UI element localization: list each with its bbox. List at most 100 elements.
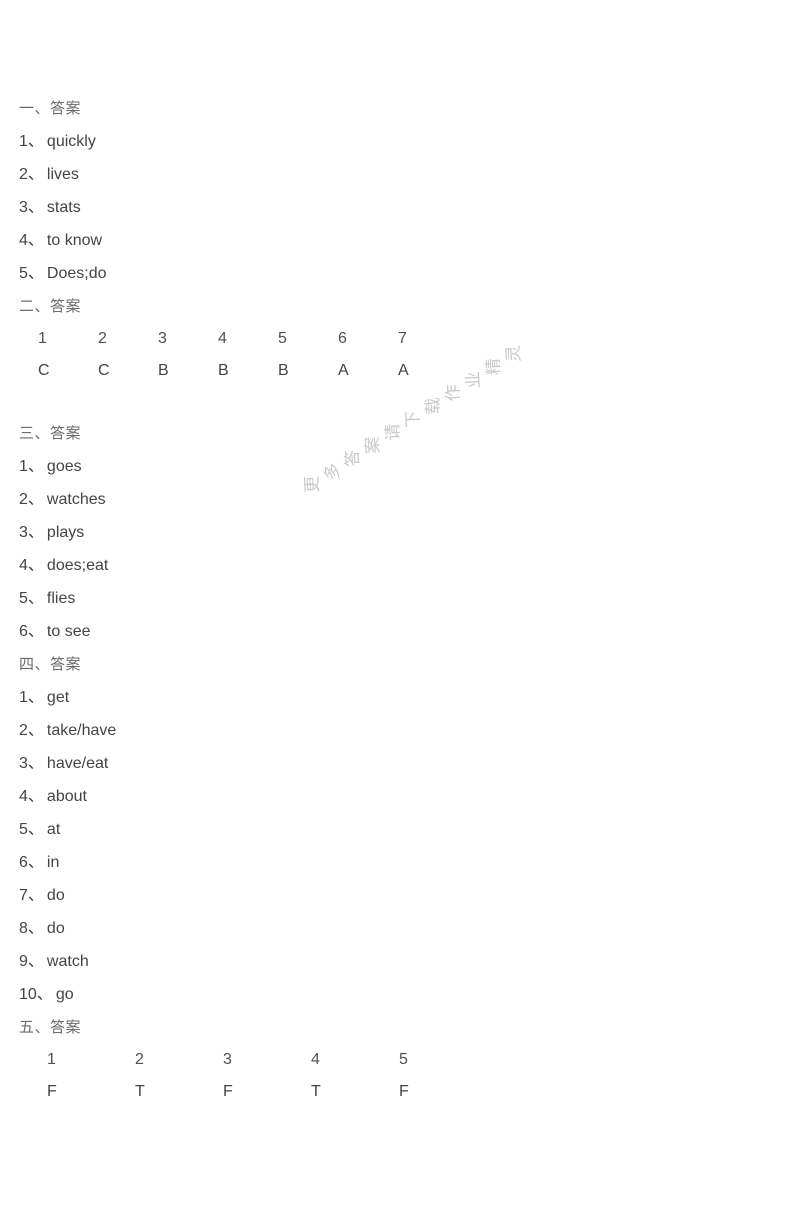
grid-answer-value: A bbox=[398, 362, 409, 379]
answer-number: 6 bbox=[19, 854, 28, 871]
section-4-header: 四、答案 bbox=[19, 656, 82, 673]
answer-value: goes bbox=[46, 458, 82, 475]
grid-column-number: 5 bbox=[399, 1051, 408, 1068]
answer-separator: 、 bbox=[27, 199, 44, 216]
answer-number: 10 bbox=[19, 986, 37, 1003]
grid-answer-value: F bbox=[223, 1083, 233, 1100]
section-1-header: 一、答案 bbox=[19, 100, 82, 117]
answer-separator: 、 bbox=[27, 887, 44, 904]
section-3: 三、答案 1、 goes 2、 watches 3、 plays 4、 does;eat… bbox=[19, 417, 759, 648]
grid-answer-value: B bbox=[218, 362, 229, 379]
answer-value: about bbox=[46, 788, 87, 805]
answer-separator: 、 bbox=[27, 623, 44, 640]
answer-value: in bbox=[46, 854, 60, 871]
answer-sheet: 一、答案 1、 quickly 2、 lives 3、 stats 4、 to know… bbox=[19, 92, 759, 1108]
answer-item: 8、 do bbox=[19, 912, 759, 945]
grid-column-number: 5 bbox=[278, 330, 287, 347]
grid-answer-value: B bbox=[278, 362, 289, 379]
section-5: 五、答案 1 2 3 4 5 F T F T F bbox=[19, 1011, 759, 1108]
answer-separator: 、 bbox=[27, 232, 44, 249]
answer-number: 8 bbox=[19, 920, 28, 937]
answer-item: 10、 go bbox=[19, 978, 759, 1011]
grid-column-number: 1 bbox=[47, 1051, 56, 1068]
grid-column-number: 4 bbox=[311, 1051, 320, 1068]
answer-item: 6、 in bbox=[19, 846, 759, 879]
answer-number: 4 bbox=[19, 557, 28, 574]
answer-number: 3 bbox=[19, 755, 28, 772]
answer-separator: 、 bbox=[36, 986, 53, 1003]
answer-item: 1、 quickly bbox=[19, 125, 759, 158]
answer-value: watch bbox=[46, 953, 89, 970]
answer-number: 6 bbox=[19, 623, 28, 640]
answer-grid: 1 2 3 4 5 F T F T F bbox=[19, 1044, 759, 1108]
answer-value: to see bbox=[46, 623, 91, 640]
answer-item: 3、 plays bbox=[19, 516, 759, 549]
grid-column-number: 1 bbox=[38, 330, 47, 347]
answer-separator: 、 bbox=[27, 755, 44, 772]
answer-item: 7、 do bbox=[19, 879, 759, 912]
answer-grid-answer-row: F T F T F bbox=[19, 1076, 759, 1108]
grid-column-number: 3 bbox=[158, 330, 167, 347]
answer-value: do bbox=[46, 920, 65, 937]
answer-item: 1、 goes bbox=[19, 450, 759, 483]
answer-number: 5 bbox=[19, 265, 28, 282]
answer-grid-header-row: 1 2 3 4 5 6 7 bbox=[19, 323, 759, 355]
answer-value: go bbox=[55, 986, 74, 1003]
answer-separator: 、 bbox=[27, 689, 44, 706]
answer-item: 4、 to know bbox=[19, 224, 759, 257]
answer-number: 1 bbox=[19, 133, 28, 150]
answer-separator: 、 bbox=[27, 590, 44, 607]
grid-answer-value: T bbox=[311, 1083, 321, 1100]
answer-grid: 1 2 3 4 5 6 7 C C B B B A A bbox=[19, 323, 759, 387]
answer-item: 9、 watch bbox=[19, 945, 759, 978]
section-2-header: 二、答案 bbox=[19, 298, 82, 315]
answer-separator: 、 bbox=[27, 722, 44, 739]
answer-separator: 、 bbox=[27, 265, 44, 282]
answer-item: 1、 get bbox=[19, 681, 759, 714]
section-4: 四、答案 1、 get 2、 take/have 3、 have/eat 4、 abou… bbox=[19, 648, 759, 1011]
answer-item: 5、 flies bbox=[19, 582, 759, 615]
answer-grid-answer-row: C C B B B A A bbox=[19, 355, 759, 387]
grid-column-number: 6 bbox=[338, 330, 347, 347]
answer-number: 7 bbox=[19, 887, 28, 904]
answer-number: 2 bbox=[19, 491, 28, 508]
grid-column-number: 7 bbox=[398, 330, 407, 347]
answer-item: 5、 Does;do bbox=[19, 257, 759, 290]
answer-number: 2 bbox=[19, 722, 28, 739]
answer-value: quickly bbox=[46, 133, 96, 150]
answer-number: 3 bbox=[19, 524, 28, 541]
answer-key-page: 一、答案 1、 quickly 2、 lives 3、 stats 4、 to know… bbox=[0, 0, 800, 1215]
answer-separator: 、 bbox=[27, 458, 44, 475]
answer-item: 3、 stats bbox=[19, 191, 759, 224]
answer-value: at bbox=[46, 821, 61, 838]
answer-item: 6、 to see bbox=[19, 615, 759, 648]
answer-value: Does;do bbox=[46, 265, 107, 282]
answer-separator: 、 bbox=[27, 920, 44, 937]
section-2: 二、答案 1 2 3 4 5 6 7 C C B B B A A bbox=[19, 290, 759, 387]
grid-answer-value: F bbox=[47, 1083, 57, 1100]
section-3-header: 三、答案 bbox=[19, 425, 82, 442]
answer-separator: 、 bbox=[27, 953, 44, 970]
answer-separator: 、 bbox=[27, 557, 44, 574]
grid-answer-value: A bbox=[338, 362, 349, 379]
answer-number: 3 bbox=[19, 199, 28, 216]
answer-number: 5 bbox=[19, 590, 28, 607]
answer-item: 2、 lives bbox=[19, 158, 759, 191]
answer-number: 5 bbox=[19, 821, 28, 838]
grid-answer-value: B bbox=[158, 362, 169, 379]
answer-item: 2、 take/have bbox=[19, 714, 759, 747]
answer-number: 4 bbox=[19, 232, 28, 249]
answer-number: 2 bbox=[19, 166, 28, 183]
grid-column-number: 3 bbox=[223, 1051, 232, 1068]
answer-value: does;eat bbox=[46, 557, 109, 574]
answer-value: lives bbox=[46, 166, 79, 183]
answer-separator: 、 bbox=[27, 524, 44, 541]
answer-value: take/have bbox=[46, 722, 117, 739]
answer-separator: 、 bbox=[27, 788, 44, 805]
answer-value: do bbox=[46, 887, 65, 904]
grid-column-number: 4 bbox=[218, 330, 227, 347]
answer-item: 3、 have/eat bbox=[19, 747, 759, 780]
answer-value: watches bbox=[46, 491, 106, 508]
answer-separator: 、 bbox=[27, 166, 44, 183]
grid-answer-value: F bbox=[399, 1083, 409, 1100]
